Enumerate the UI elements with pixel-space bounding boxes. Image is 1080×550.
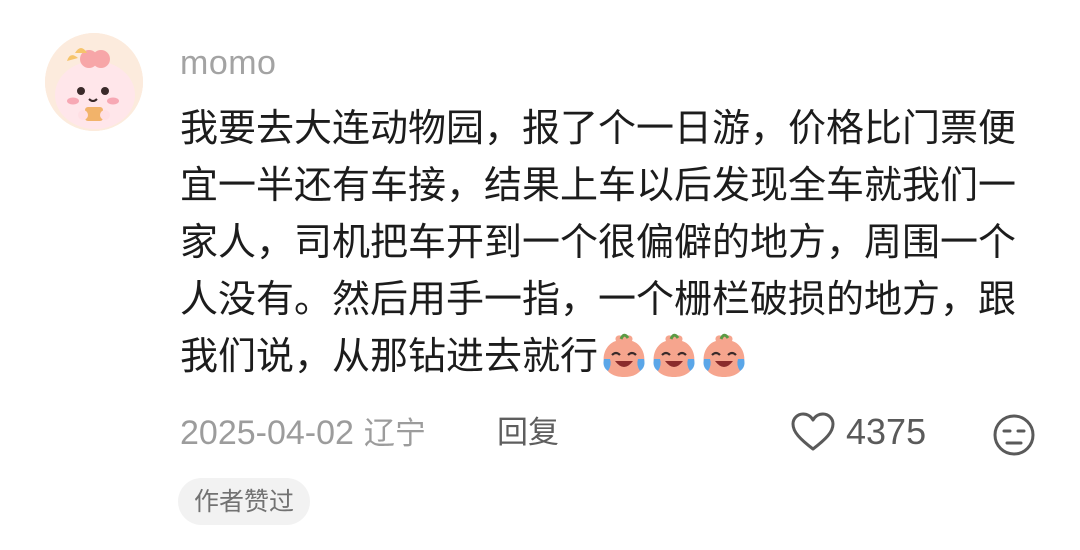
like-count: 4375 [846,411,927,452]
avatar[interactable] [45,33,143,131]
emoji-group [600,333,748,379]
heart-outline-icon [791,412,835,451]
avatar-image [45,33,143,131]
author-liked-badge: 作者赞过 [178,478,311,525]
like-button[interactable]: 4375 [790,410,926,454]
dislike-button[interactable] [992,413,1036,457]
comment-location: 辽宁 [363,416,426,452]
crying-laughing-peach-emoji [653,333,695,377]
comment-body: 我要去大连动物园，报了个一日游，价格比门票便宜一半还有车接，结果上车以后发现全车… [180,100,1040,385]
meh-face-icon [993,414,1035,456]
crying-laughing-peach-emoji [603,333,645,377]
crying-laughing-peach-emoji [703,333,745,377]
comment-date: 2025-04-02 [180,414,354,452]
comment-text: 我要去大连动物园，报了个一日游，价格比门票便宜一半还有车接，结果上车以后发现全车… [180,106,1017,378]
comment-meta: 2025-04-02 辽宁 [180,412,426,455]
reply-button[interactable]: 回复 [497,412,559,454]
username[interactable]: momo [180,42,276,84]
